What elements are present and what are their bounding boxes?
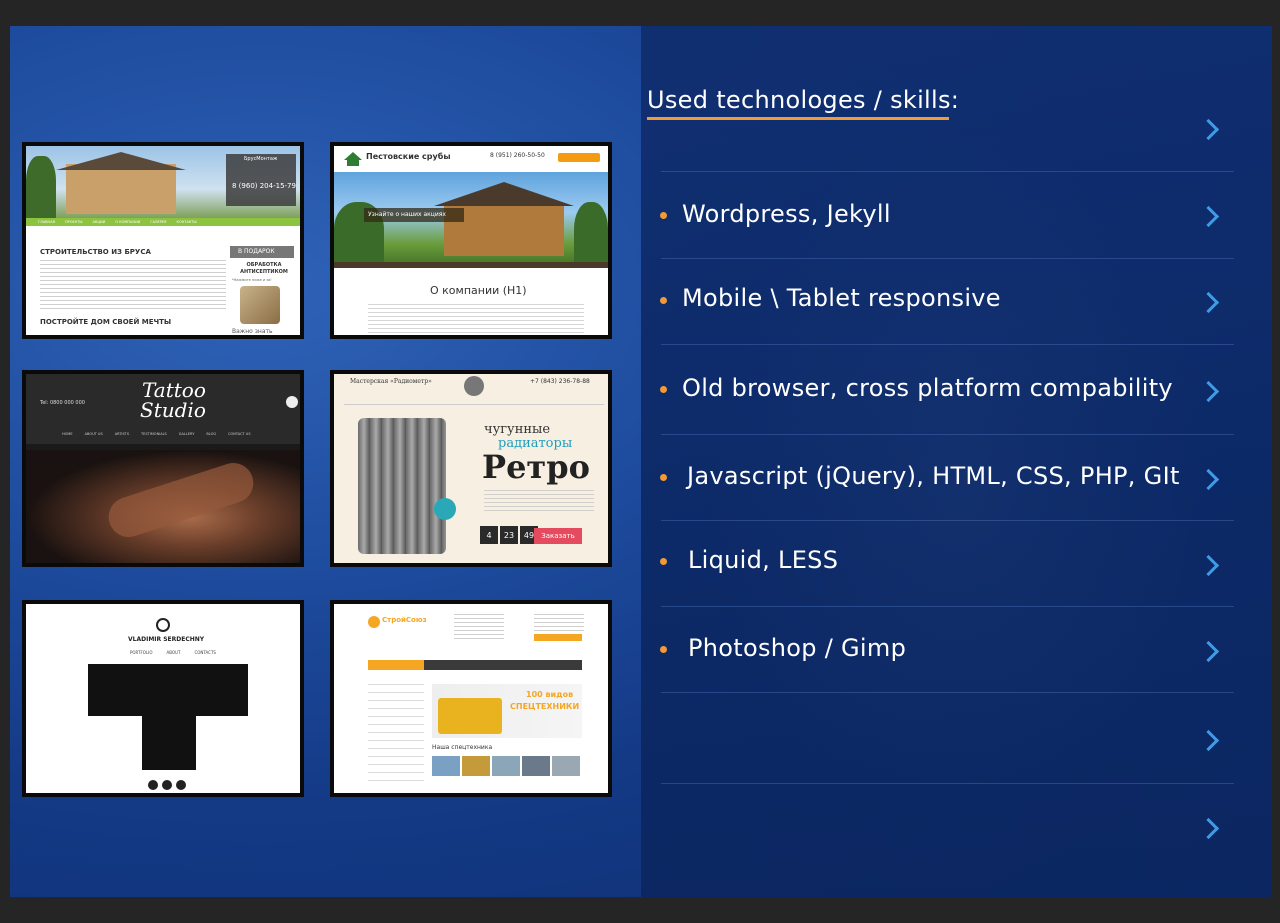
- facebook-icon[interactable]: [286, 396, 298, 408]
- stroy-callback-button[interactable]: [534, 634, 582, 641]
- brus-gift-title: В ПОДАРОК: [238, 248, 275, 255]
- brus-nav-3: АКЦИИ: [92, 220, 106, 224]
- vlad-name: VLADIMIR SERDECHNY: [128, 636, 205, 643]
- srub-callback-button[interactable]: [558, 153, 600, 162]
- project-thumb-retro[interactable]: Мастерская «Радиометр» +7 (843) 236-78-8…: [330, 370, 612, 567]
- stroy-logo: СтройСоюз: [382, 616, 427, 624]
- countdown-days: 4: [480, 526, 498, 544]
- skill-item: Liquid, LESS: [688, 546, 839, 574]
- tattoo-nav-artists[interactable]: ARTISTS: [115, 432, 129, 436]
- divider: [661, 520, 1234, 521]
- skill-item: Mobile \ Tablet responsive: [682, 284, 1001, 312]
- radiator-image: [358, 418, 446, 554]
- brus-nav-6: КОНТАКТЫ: [176, 220, 197, 224]
- brus-nav-5: ГАЛЕРЕЯ: [150, 220, 167, 224]
- vlad-nav-portfolio[interactable]: PORTFOLIO: [130, 650, 153, 655]
- srub-promo[interactable]: Узнайте о наших акциях: [368, 211, 446, 218]
- brus-nav-4: О КОМПАНИИ: [115, 220, 141, 224]
- retro-order-button[interactable]: Заказать: [534, 528, 582, 544]
- brus-heading2: ПОСТРОЙТЕ ДОМ СВОЕЙ МЕЧТЫ: [40, 318, 172, 326]
- facebook-icon-2[interactable]: [162, 780, 172, 790]
- tattoo-nav-gallery[interactable]: GALLERY: [179, 432, 195, 436]
- skill-item: Javascript (jQuery), HTML, CSS, PHP, GIt: [687, 462, 1180, 490]
- skills-title-underline: [647, 117, 949, 120]
- tattoo-phone: Tel: 0800 000 000: [40, 400, 85, 406]
- tattoo-nav-contact[interactable]: CONTACT US: [228, 432, 251, 436]
- srub-phone: 8 (951) 260-50-50: [490, 152, 545, 159]
- skills-title: Used technologes / skills:: [647, 86, 960, 114]
- project-thumb-brus[interactable]: БрусМонтаж 8 (960) 204-15-79 ГЛАВНАЯ ПРО…: [22, 142, 304, 339]
- project-thumb-vladimir[interactable]: VLADIMIR SERDECHNY PORTFOLIO ABOUT CONTA…: [22, 600, 304, 797]
- stroy-sidebar: [368, 684, 424, 784]
- vs-logo-icon: [156, 618, 170, 632]
- jewelry-gallery-bottom: [142, 716, 196, 770]
- retro-badge: [434, 498, 456, 520]
- bullet-icon: [660, 297, 667, 304]
- crest-icon: [464, 376, 484, 396]
- tattoo-hand-photo: [26, 450, 300, 563]
- tattoo-nav-testimonials[interactable]: TESTIMONIALS: [141, 432, 167, 436]
- divider: [661, 434, 1234, 435]
- retro-word-1: чугунные: [484, 422, 551, 437]
- jewelry-gallery-top: [88, 664, 248, 716]
- divider: [661, 258, 1234, 259]
- srub-logo: Пестовские срубы: [366, 152, 451, 161]
- linkedin-icon[interactable]: [176, 780, 186, 790]
- divider: [661, 783, 1234, 784]
- tattoo-nav-blog[interactable]: BLOG: [206, 432, 216, 436]
- brus-important: Важно знать: [232, 328, 273, 335]
- project-thumb-stroy[interactable]: СтройСоюз 100 видов СПЕЦТЕХНИКИ Наша спе…: [330, 600, 612, 797]
- brus-phone: 8 (960) 204-15-79: [232, 182, 296, 190]
- brus-nav-1: ГЛАВНАЯ: [38, 220, 56, 224]
- project-thumb-tattoo[interactable]: Tel: 0800 000 000 Tattoo Studio HOME ABO…: [22, 370, 304, 567]
- retro-brand: Мастерская «Радиометр»: [350, 378, 432, 385]
- brus-nav-2: ПРОЕКТЫ: [65, 220, 83, 224]
- bullet-icon: [660, 558, 667, 565]
- stroy-section: Наша спецтехника: [432, 744, 493, 751]
- tattoo-logo-2: Studio: [140, 398, 206, 422]
- skill-item: Wordpress, Jekyll: [682, 200, 891, 228]
- divider: [661, 171, 1234, 172]
- divider: [661, 692, 1234, 693]
- bullet-icon: [660, 386, 667, 393]
- project-thumb-srub[interactable]: Пестовские срубы 8 (951) 260-50-50 Узнай…: [330, 142, 612, 339]
- countdown-hours: 23: [500, 526, 518, 544]
- brus-gift-text: ОБРАБОТКА АНТИСЕПТИКОМ: [240, 262, 288, 275]
- brus-heading: СТРОИТЕЛЬСТВО ИЗ БРУСА: [40, 248, 151, 256]
- vlad-nav-about[interactable]: ABOUT: [167, 650, 181, 655]
- divider: [661, 606, 1234, 607]
- paintbrush-image: [240, 286, 280, 324]
- skill-item: Old browser, cross platform compability: [682, 374, 1173, 402]
- stroy-logo-icon: [368, 616, 380, 628]
- brus-logo: БрусМонтаж: [244, 156, 278, 162]
- skill-item: Photoshop / Gimp: [688, 634, 907, 662]
- divider: [661, 344, 1234, 345]
- bullet-icon: [660, 474, 667, 481]
- retro-word-3: Ретро: [482, 448, 590, 486]
- stroy-banner-1: 100 видов: [526, 690, 574, 699]
- retro-phone: +7 (843) 236-78-88: [530, 378, 590, 385]
- srub-heading: О компании (H1): [430, 284, 527, 297]
- vlad-nav-contacts[interactable]: CONTACTS: [194, 650, 216, 655]
- social-icon-1[interactable]: [148, 780, 158, 790]
- bullet-icon: [660, 646, 667, 653]
- tattoo-nav-about[interactable]: ABOUT US: [85, 432, 103, 436]
- brus-gift-sub: *Нажмите ниже и за!: [232, 278, 272, 282]
- stroy-banner-2: СПЕЦТЕХНИКИ: [510, 702, 580, 711]
- bullet-icon: [660, 212, 667, 219]
- tattoo-nav-home[interactable]: HOME: [62, 432, 73, 436]
